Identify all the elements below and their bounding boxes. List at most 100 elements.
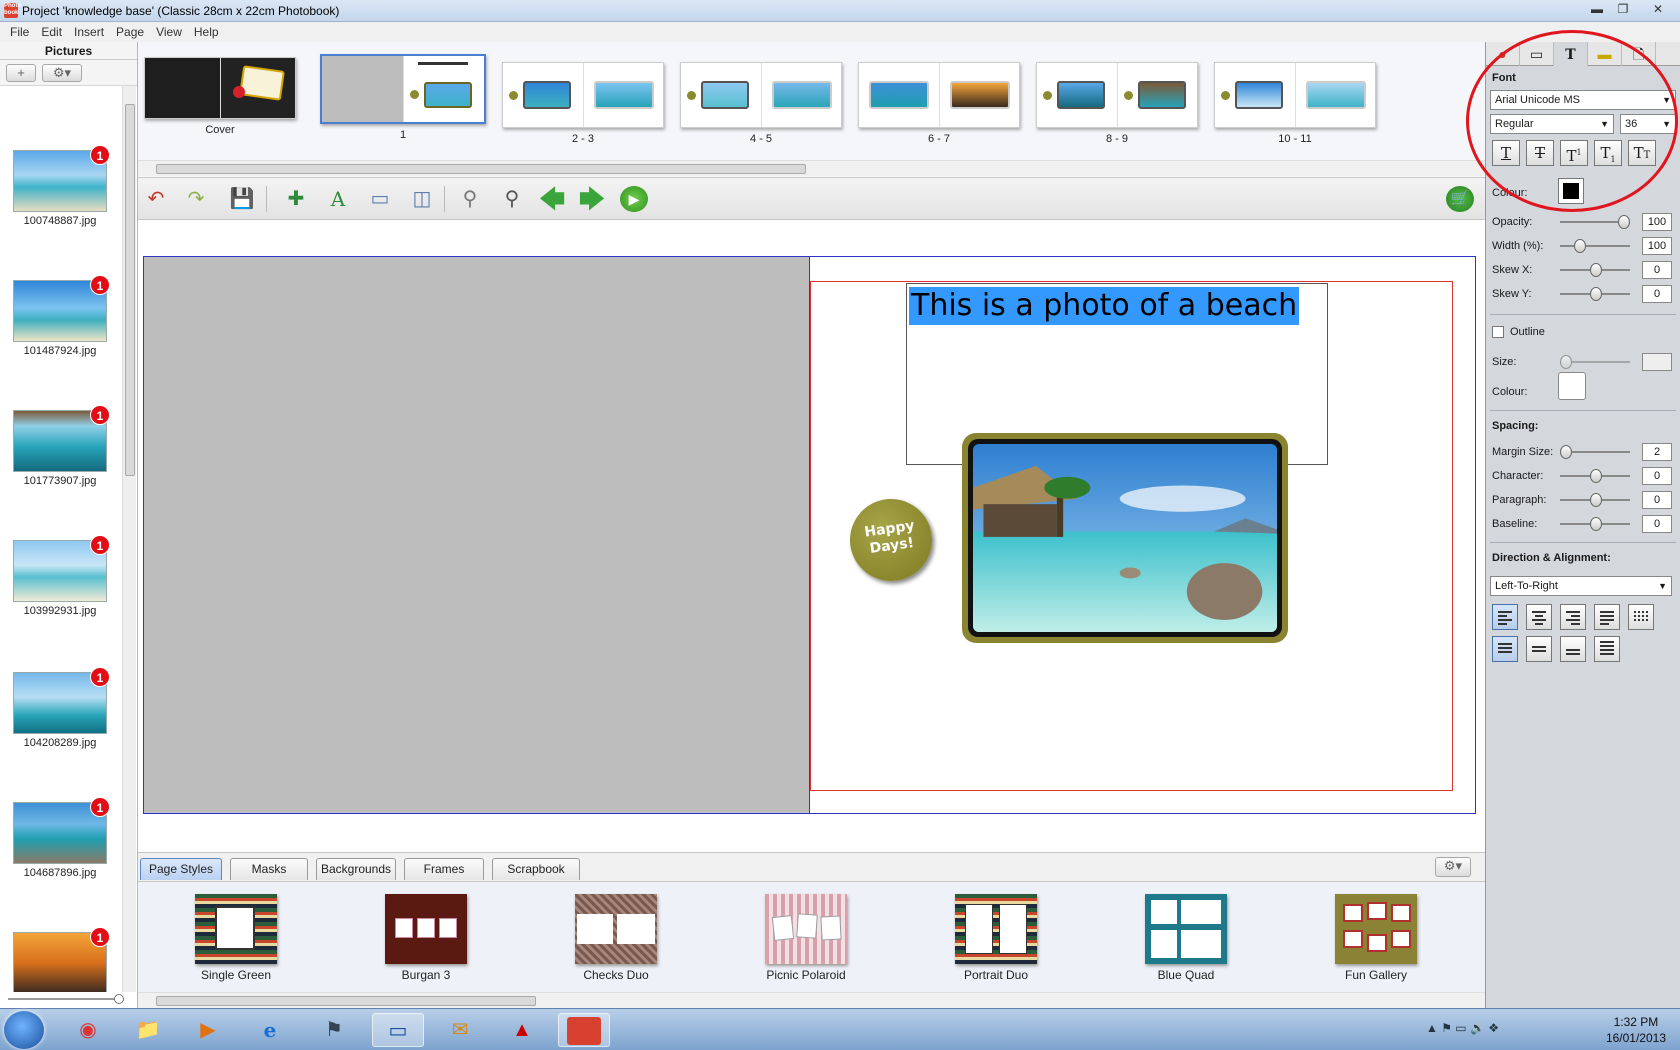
margin-size-field[interactable]: 2 <box>1642 443 1672 461</box>
add-text-icon[interactable]: A <box>324 186 352 212</box>
slider-knob[interactable] <box>1574 239 1586 253</box>
opacity-field[interactable]: 100 <box>1642 213 1672 231</box>
flag-app-icon[interactable]: ⚑ <box>308 1013 360 1047</box>
outline-size-slider[interactable] <box>1560 355 1630 369</box>
picture-item[interactable]: 1 101773907.jpg <box>12 405 110 487</box>
slider-knob[interactable] <box>1590 263 1602 277</box>
picture-item[interactable]: 1 <box>12 927 110 992</box>
menu-help[interactable]: Help <box>188 25 225 39</box>
style-fun-gallery[interactable]: Fun Gallery <box>1306 894 1446 982</box>
picture-thumbnail[interactable]: 1 <box>13 667 110 734</box>
pictures-scrollbar[interactable] <box>122 86 136 992</box>
skew-y-slider[interactable] <box>1560 287 1630 301</box>
style-blue-quad[interactable]: Blue Quad <box>1116 894 1256 982</box>
page-thumb-6-7[interactable]: 6 - 7 <box>858 62 1020 145</box>
internet-explorer-icon[interactable]: e <box>244 1013 296 1047</box>
picture-thumbnail[interactable]: 1 <box>13 535 110 602</box>
page-thumb-1[interactable]: 1 <box>320 54 486 141</box>
opacity-slider[interactable] <box>1560 215 1630 229</box>
add-picture-icon[interactable]: ✚ <box>282 186 310 212</box>
width-field[interactable]: 100 <box>1642 237 1672 255</box>
skew-x-slider[interactable] <box>1560 263 1630 277</box>
style-burgan-3[interactable]: Burgan 3 <box>356 894 496 982</box>
slider-knob[interactable] <box>1590 469 1602 483</box>
style-picnic-polaroid[interactable]: Picnic Polaroid <box>736 894 876 982</box>
styles-scrollbar[interactable] <box>138 992 1485 1008</box>
scrollbar-thumb[interactable] <box>156 164 806 174</box>
minimize-button[interactable]: ▬ <box>1584 0 1610 18</box>
outline-size-field[interactable] <box>1642 353 1672 371</box>
page-thumb-4-5[interactable]: 4 - 5 <box>680 62 842 145</box>
style-single-green[interactable]: Single Green <box>166 894 306 982</box>
clock[interactable]: 1:32 PM 16/01/2013 <box>1606 1014 1666 1046</box>
selected-text[interactable]: This is a photo of a beach <box>909 287 1300 325</box>
send-backward-icon[interactable]: ◫ <box>408 186 436 212</box>
tab-page-styles[interactable]: Page Styles <box>140 858 222 880</box>
pictures-settings-button[interactable]: ⚙▾ <box>42 64 82 82</box>
picture-item[interactable]: 1 100748887.jpg <box>12 145 110 227</box>
valign-bottom-button[interactable] <box>1560 636 1586 662</box>
valign-justify-button[interactable] <box>1594 636 1620 662</box>
character-field[interactable]: 0 <box>1642 467 1672 485</box>
menu-insert[interactable]: Insert <box>68 25 110 39</box>
picture-item[interactable]: 1 104208289.jpg <box>12 667 110 749</box>
redo-icon[interactable]: ↷ <box>182 186 210 212</box>
picture-item[interactable]: 1 104687896.jpg <box>12 797 110 879</box>
slider-knob[interactable] <box>1618 215 1630 229</box>
media-player-icon[interactable]: ▶ <box>182 1013 234 1047</box>
tab-frames[interactable]: Frames <box>404 858 484 880</box>
tab-backgrounds[interactable]: Backgrounds <box>316 858 396 880</box>
picture-thumbnail[interactable]: 1 <box>13 797 110 864</box>
photo-frame[interactable] <box>962 433 1288 643</box>
picture-thumbnail[interactable]: 1 <box>13 405 110 472</box>
skew-x-field[interactable]: 0 <box>1642 261 1672 279</box>
scrollbar-thumb[interactable] <box>125 104 135 476</box>
slider-knob[interactable] <box>1560 355 1572 369</box>
page-thumb-8-9[interactable]: 8 - 9 <box>1036 62 1198 145</box>
beach-photo[interactable] <box>973 444 1277 632</box>
acrobat-icon[interactable]: ▲ <box>496 1013 548 1047</box>
style-portrait-duo[interactable]: Portrait Duo <box>926 894 1066 982</box>
align-right-button[interactable] <box>1560 604 1586 630</box>
menu-file[interactable]: File <box>4 25 35 39</box>
window-app-icon[interactable]: ▭ <box>372 1013 424 1047</box>
style-checks-duo[interactable]: Checks Duo <box>546 894 686 982</box>
page-thumb-10-11[interactable]: 10 - 11 <box>1214 62 1376 145</box>
photobook-shop-icon[interactable] <box>558 1013 610 1047</box>
thumbnail-size-slider[interactable] <box>8 994 124 1004</box>
previous-page-icon[interactable]: 🡄 <box>538 186 566 212</box>
slider-knob[interactable] <box>1590 517 1602 531</box>
picture-thumbnail[interactable]: 1 <box>13 145 110 212</box>
restore-button[interactable]: ❐ <box>1610 0 1636 18</box>
picture-item[interactable]: 1 101487924.jpg <box>12 275 110 357</box>
slider-knob[interactable] <box>114 994 124 1004</box>
save-icon[interactable]: 💾 <box>228 186 256 212</box>
bring-forward-icon[interactable]: ▭ <box>366 186 394 212</box>
text-direction-select[interactable]: Left-To-Right ▼ <box>1490 576 1672 596</box>
character-slider[interactable] <box>1560 469 1630 483</box>
zoom-out-icon[interactable]: ⚲ <box>456 186 484 212</box>
explorer-icon[interactable]: 📁 <box>122 1013 174 1047</box>
outline-checkbox[interactable] <box>1492 326 1504 338</box>
paragraph-slider[interactable] <box>1560 493 1630 507</box>
undo-icon[interactable]: ↶ <box>142 186 170 212</box>
page-thumb-cover[interactable]: Cover <box>144 57 296 136</box>
baseline-slider[interactable] <box>1560 517 1630 531</box>
menu-view[interactable]: View <box>150 25 188 39</box>
next-page-icon[interactable]: 🡆 <box>578 186 606 212</box>
tab-scrapbook[interactable]: Scrapbook <box>492 858 580 880</box>
skew-y-field[interactable]: 0 <box>1642 285 1672 303</box>
outlook-icon[interactable]: ✉ <box>434 1013 486 1047</box>
library-settings-button[interactable]: ⚙▾ <box>1435 857 1471 877</box>
picture-thumbnail[interactable]: 1 <box>13 275 110 342</box>
page-thumb-2-3[interactable]: 2 - 3 <box>502 62 664 145</box>
slider-knob[interactable] <box>1560 445 1572 459</box>
baseline-field[interactable]: 0 <box>1642 515 1672 533</box>
align-left-button[interactable] <box>1492 604 1518 630</box>
preview-play-icon[interactable]: ▶ <box>620 186 648 212</box>
shopping-cart-icon[interactable]: 🛒 <box>1446 186 1474 212</box>
align-center-button[interactable] <box>1526 604 1552 630</box>
page-strip-scrollbar[interactable] <box>138 160 1485 176</box>
valign-top-button[interactable] <box>1492 636 1518 662</box>
add-picture-button[interactable]: + <box>6 64 36 82</box>
